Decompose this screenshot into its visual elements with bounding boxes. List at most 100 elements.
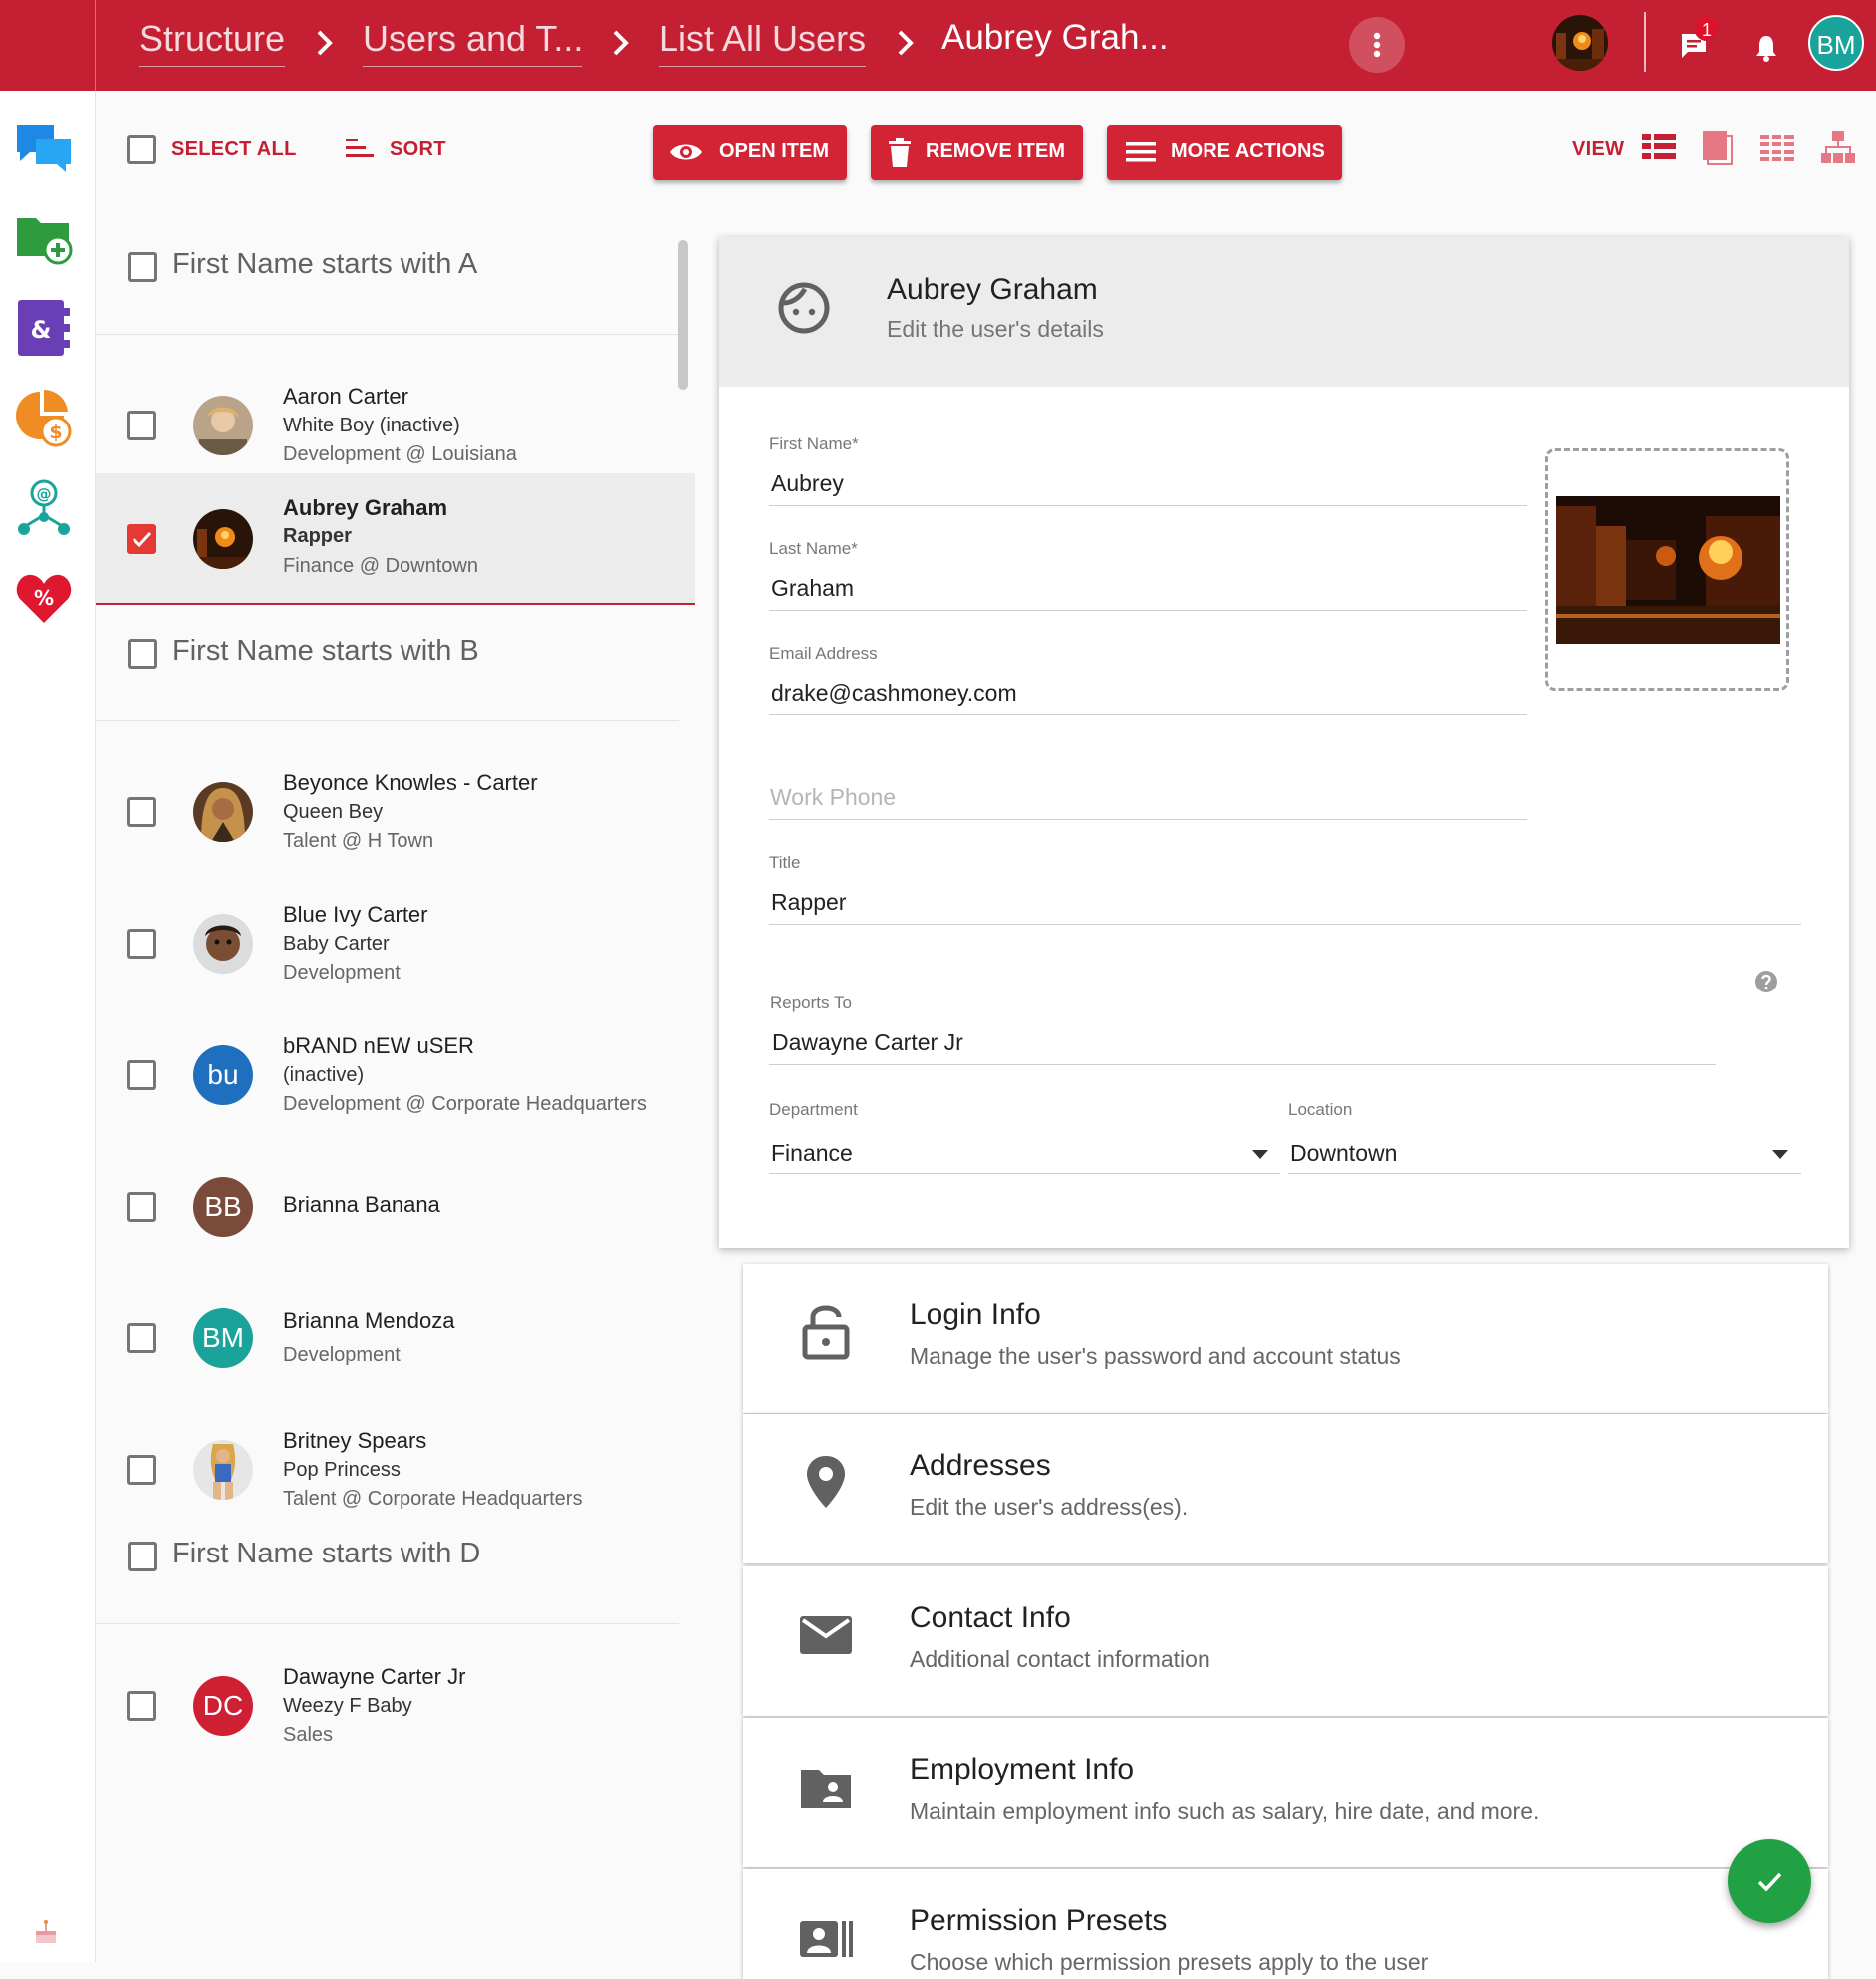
user-title: Pop Princess xyxy=(283,1459,401,1481)
svg-text:&: & xyxy=(31,316,52,344)
section-title: Employment Info xyxy=(910,1753,1135,1786)
id-card-icon xyxy=(800,1921,853,1957)
row-checkbox[interactable] xyxy=(127,1192,156,1222)
save-fab-button[interactable] xyxy=(1728,1839,1811,1923)
list-item[interactable]: BB Brianna Banana xyxy=(96,1141,695,1272)
avatar xyxy=(193,1440,253,1500)
location-select[interactable]: Downtown xyxy=(1290,1140,1397,1167)
login-info-section[interactable]: Login Info Manage the user's password an… xyxy=(743,1264,1828,1413)
user-detail-card: Aubrey Graham Edit the user's details xyxy=(719,237,1849,1248)
section-title: Permission Presets xyxy=(910,1904,1168,1937)
dropdown-arrow-icon[interactable] xyxy=(1771,1148,1789,1160)
reports-to-input[interactable]: Dawayne Carter Jr xyxy=(772,1029,963,1056)
section-title: Addresses xyxy=(910,1449,1051,1482)
remove-item-button[interactable]: REMOVE ITEM xyxy=(871,125,1083,180)
row-checkbox[interactable] xyxy=(127,1691,156,1721)
dropdown-arrow-icon[interactable] xyxy=(1251,1148,1269,1160)
chat-app-icon[interactable] xyxy=(14,119,74,178)
detail-subtitle: Edit the user's details xyxy=(887,316,1104,342)
profile-photo[interactable] xyxy=(1556,496,1780,644)
sort-label[interactable]: SORT xyxy=(390,139,446,161)
title-underline xyxy=(769,924,1801,925)
row-checkbox[interactable] xyxy=(127,1455,156,1485)
list-scrollbar[interactable] xyxy=(678,240,688,390)
avatar-initials: bu xyxy=(193,1045,253,1105)
select-all-label[interactable]: SELECT ALL xyxy=(171,139,297,161)
more-menu-button[interactable] xyxy=(1349,17,1405,73)
section-subtitle: Choose which permission presets apply to… xyxy=(910,1949,1429,1975)
org-network-icon[interactable]: @ xyxy=(14,477,74,537)
row-checkbox[interactable] xyxy=(127,411,156,440)
folder-user-icon xyxy=(801,1770,851,1808)
title-input[interactable]: Rapper xyxy=(771,889,846,916)
list-item[interactable]: Beyonce Knowles - Carter Queen Bey Talen… xyxy=(96,746,695,878)
work-phone-input[interactable]: Work Phone xyxy=(770,784,896,811)
list-view-icon[interactable] xyxy=(1641,133,1677,162)
last-name-input[interactable]: Graham xyxy=(771,575,854,602)
employment-info-section[interactable]: Employment Info Maintain employment info… xyxy=(743,1718,1828,1867)
list-item[interactable]: DC Dawayne Carter Jr Weezy F Baby Sales xyxy=(96,1640,695,1772)
svg-text:$: $ xyxy=(49,422,62,443)
bell-icon[interactable] xyxy=(1751,33,1781,63)
row-checkbox[interactable] xyxy=(127,797,156,827)
envelope-icon xyxy=(800,1616,852,1654)
checkmark-icon xyxy=(132,531,152,548)
section-title: Contact Info xyxy=(910,1601,1071,1634)
row-checkbox[interactable] xyxy=(127,1060,156,1090)
user-name: Aaron Carter xyxy=(283,384,408,409)
list-item[interactable]: bu bRAND nEW uSER (inactive) Development… xyxy=(96,1009,695,1141)
user-department: Talent @ H Town xyxy=(283,830,434,852)
card-view-icon[interactable] xyxy=(1702,130,1734,165)
title-label: Title xyxy=(769,853,801,872)
user-title: Rapper xyxy=(283,525,352,547)
permission-presets-section[interactable]: Permission Presets Choose which permissi… xyxy=(743,1869,1828,1979)
list-item[interactable]: Blue Ivy Carter Baby Carter Development xyxy=(96,878,695,1009)
user-title: Baby Carter xyxy=(283,933,390,955)
sort-icon[interactable] xyxy=(344,136,374,161)
current-record-avatar[interactable] xyxy=(1552,15,1608,71)
user-avatar[interactable]: BM xyxy=(1808,15,1864,71)
email-input[interactable]: drake@cashmoney.com xyxy=(771,680,1017,707)
breadcrumb-users-and-teams[interactable]: Users and T... xyxy=(363,18,582,67)
department-select[interactable]: Finance xyxy=(771,1140,853,1167)
email-underline xyxy=(769,714,1527,715)
breadcrumb-structure[interactable]: Structure xyxy=(139,18,286,67)
card-header: Aubrey Graham Edit the user's details xyxy=(719,237,1849,387)
group-checkbox[interactable] xyxy=(128,1542,157,1571)
list-item[interactable]: BM Brianna Mendoza Development xyxy=(96,1272,695,1404)
section-subtitle: Additional contact information xyxy=(910,1646,1210,1672)
section-subtitle: Manage the user's password and account s… xyxy=(910,1343,1401,1369)
group-header-d[interactable]: First Name starts with D xyxy=(96,1510,679,1624)
chevron-right-icon xyxy=(317,30,333,56)
table-view-icon[interactable] xyxy=(1759,134,1795,161)
more-actions-button[interactable]: MORE ACTIONS xyxy=(1107,125,1342,180)
folder-add-icon[interactable] xyxy=(14,208,74,268)
contact-info-section[interactable]: Contact Info Additional contact informat… xyxy=(743,1566,1828,1716)
breadcrumb-list-all-users[interactable]: List All Users xyxy=(659,18,867,67)
select-all-checkbox[interactable] xyxy=(127,135,156,164)
user-department: Development @ Louisiana xyxy=(283,443,517,465)
benefits-heart-icon[interactable]: % xyxy=(14,569,74,629)
contacts-book-icon[interactable]: & xyxy=(14,298,74,358)
row-checkbox[interactable] xyxy=(127,1323,156,1353)
list-item-selected[interactable]: Aubrey Graham Rapper Finance @ Downtown xyxy=(96,473,695,605)
eye-icon xyxy=(670,144,702,160)
user-name: Blue Ivy Carter xyxy=(283,902,428,927)
user-list: First Name starts with A Aaron Carter Wh… xyxy=(96,220,695,1962)
first-name-input[interactable]: Aubrey xyxy=(771,470,844,497)
help-icon[interactable] xyxy=(1754,970,1778,993)
open-item-button[interactable]: OPEN ITEM xyxy=(653,125,847,180)
row-checkbox[interactable] xyxy=(127,929,156,959)
group-header-a[interactable]: First Name starts with A xyxy=(96,220,679,335)
group-header-b[interactable]: First Name starts with B xyxy=(96,607,679,721)
group-checkbox[interactable] xyxy=(128,252,157,282)
group-checkbox[interactable] xyxy=(128,639,157,669)
row-checkbox-checked[interactable] xyxy=(127,524,156,554)
user-title: White Boy (inactive) xyxy=(283,415,460,436)
cake-icon[interactable] xyxy=(32,1917,60,1945)
avatar-initials: BB xyxy=(193,1177,253,1237)
addresses-section[interactable]: Addresses Edit the user's address(es). xyxy=(743,1414,1828,1563)
org-chart-view-icon[interactable] xyxy=(1820,130,1856,165)
finance-pie-icon[interactable]: $ xyxy=(14,388,74,447)
list-item[interactable]: Aaron Carter White Boy (inactive) Develo… xyxy=(96,360,695,491)
